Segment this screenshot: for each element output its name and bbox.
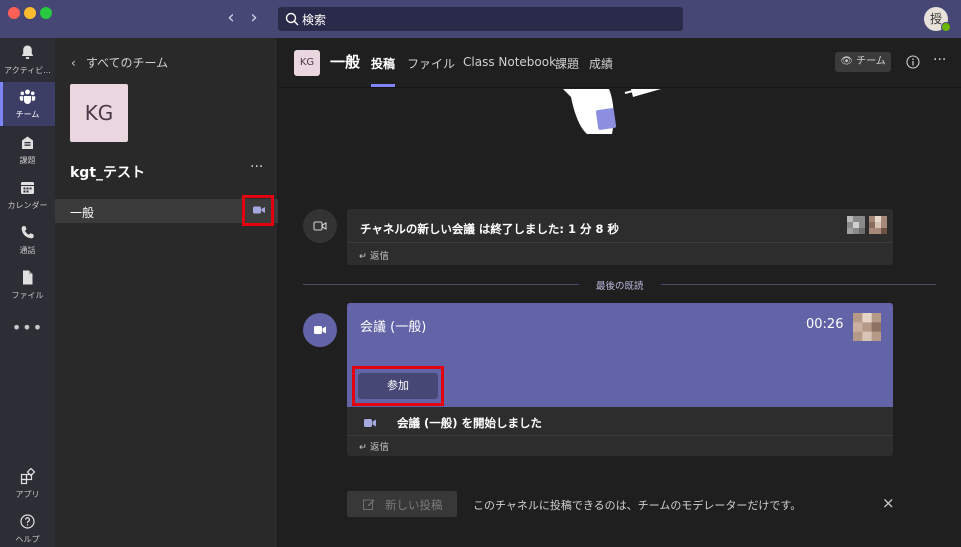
file-icon: [23, 270, 33, 285]
rail-item-teams[interactable]: チーム: [0, 82, 55, 126]
close-icon[interactable]: ×: [882, 494, 895, 512]
search-input[interactable]: 検索: [278, 7, 683, 31]
meeting-banner: 会議 (一般) 00:26 参加: [347, 303, 893, 407]
rail-item-activity[interactable]: アクティビ...: [0, 38, 55, 82]
help-icon: [20, 514, 35, 529]
divider: [347, 435, 893, 436]
team-button[interactable]: 👁︎ チーム: [835, 52, 891, 72]
channel-panel: ‹ すべてのチーム KG kgt_テスト ··· 一般: [55, 38, 278, 547]
rail-item-help[interactable]: ヘルプ: [0, 507, 55, 547]
phone-icon: [21, 226, 34, 239]
app-rail: アクティビ... チーム 課題 カレンダー 通話 ファイル ••• アプリ ヘル…: [0, 38, 55, 547]
moderator-notice: このチャネルに投稿できるのは、チームのモデレーターだけです。: [473, 499, 802, 512]
reply-label: 返信: [369, 251, 389, 262]
all-teams-link[interactable]: ‹ すべてのチーム: [71, 54, 168, 71]
search-placeholder: 検索: [302, 13, 327, 27]
back-arrow-icon[interactable]: ‹: [222, 9, 240, 28]
title-bar: ‹ › 検索 授: [0, 0, 961, 38]
chevron-left-icon: ‹: [71, 56, 76, 70]
video-camera-icon: [313, 221, 327, 231]
reply-button[interactable]: ↵ 返信: [359, 248, 389, 262]
meeting-avatar: [303, 313, 337, 347]
assignments-icon: [22, 136, 33, 149]
last-read-divider-left: [303, 284, 579, 285]
forward-arrow-icon[interactable]: ›: [245, 9, 263, 28]
rail-label-apps: アプリ: [15, 490, 40, 499]
highlight-box: [242, 195, 274, 226]
team-more-button[interactable]: ···: [250, 159, 263, 175]
rail-label-activity: アクティビ...: [4, 66, 51, 75]
rail-label-calls: 通話: [19, 246, 36, 255]
rail-item-calendar[interactable]: カレンダー: [0, 173, 55, 217]
team-button-label: チーム: [856, 56, 886, 67]
tab-grades[interactable]: 成績: [589, 55, 613, 72]
reply-label: 返信: [369, 442, 389, 453]
channel-header: KG 一般 投稿 ファイル Class Notebook 課題 成績 👁︎ チー…: [279, 38, 961, 88]
eye-icon: 👁︎: [840, 56, 857, 67]
new-post-button[interactable]: 新しい投稿: [347, 491, 457, 517]
divider: [347, 242, 893, 243]
more-apps-button[interactable]: •••: [0, 318, 55, 337]
meeting-title: 会議 (一般): [360, 320, 427, 335]
participant-avatar: [853, 313, 881, 341]
status-available-icon: [941, 22, 951, 32]
participant-avatar: [869, 216, 887, 234]
rail-label-assignments: 課題: [19, 156, 36, 165]
teams-window: ‹ › 検索 授 アクティビ... チーム 課題 カレンダー 通話 ファイル •…: [0, 0, 961, 547]
channel-title: 一般: [330, 53, 361, 71]
search-icon: [285, 12, 299, 26]
channel-team-avatar: KG: [294, 50, 320, 76]
highlight-box: [352, 366, 444, 406]
conversation-area: チャネルの新しい会議 は終了しました: 1 分 8 秒 ↵ 返信 最後の既読 会…: [279, 89, 961, 547]
rail-item-files[interactable]: ファイル: [0, 263, 55, 307]
apps-icon: [20, 468, 36, 485]
rail-label-files: ファイル: [11, 291, 44, 300]
teams-icon: [19, 89, 36, 104]
channel-label: 一般: [70, 206, 95, 220]
info-icon[interactable]: [906, 55, 920, 69]
compose-icon: [363, 499, 375, 510]
zoom-window-button[interactable]: [40, 7, 52, 19]
header-more-button[interactable]: ···: [933, 52, 946, 68]
meeting-ended-text: チャネルの新しい会議 は終了しました: 1 分 8 秒: [360, 222, 620, 236]
meeting-ended-avatar: [303, 209, 337, 243]
last-read-divider-right: [661, 284, 936, 285]
calendar-icon: [21, 182, 34, 194]
team-avatar: KG: [70, 84, 128, 142]
video-camera-icon: [314, 326, 326, 334]
tab-files[interactable]: ファイル: [407, 55, 455, 72]
tab-class-notebook[interactable]: Class Notebook: [463, 55, 556, 69]
rail-item-assignments[interactable]: 課題: [0, 128, 55, 172]
participant-avatar: [847, 216, 865, 234]
rail-item-calls[interactable]: 通話: [0, 218, 55, 262]
rail-label-help: ヘルプ: [15, 535, 40, 544]
new-post-label: 新しい投稿: [385, 498, 443, 512]
tab-assignments[interactable]: 課題: [555, 55, 579, 72]
active-tab-indicator: [371, 84, 395, 87]
video-camera-icon: [364, 419, 376, 427]
close-window-button[interactable]: [8, 7, 20, 19]
meeting-started-text: 会議 (一般) を開始しました: [397, 416, 543, 430]
rail-label-calendar: カレンダー: [7, 201, 48, 210]
tab-posts[interactable]: 投稿: [371, 55, 395, 72]
reply-icon: ↵: [359, 251, 370, 262]
rail-item-apps[interactable]: アプリ: [0, 462, 55, 506]
bell-icon: [21, 45, 34, 59]
all-teams-label: すべてのチーム: [85, 56, 169, 70]
rail-label-teams: チーム: [15, 110, 40, 119]
minimize-window-button[interactable]: [24, 7, 36, 19]
meeting-card: 会議 (一般) 00:26 参加 会議 (一般) を開始しました ↵ 返信: [347, 303, 893, 456]
meeting-ended-card: チャネルの新しい会議 は終了しました: 1 分 8 秒 ↵ 返信: [347, 209, 893, 265]
reply-icon: ↵: [359, 442, 370, 453]
meeting-duration: 00:26: [806, 317, 844, 332]
welcome-illustration: [563, 89, 661, 134]
last-read-label: 最後の既読: [596, 281, 644, 292]
team-name[interactable]: kgt_テスト: [70, 162, 145, 182]
reply-button[interactable]: ↵ 返信: [359, 439, 389, 453]
